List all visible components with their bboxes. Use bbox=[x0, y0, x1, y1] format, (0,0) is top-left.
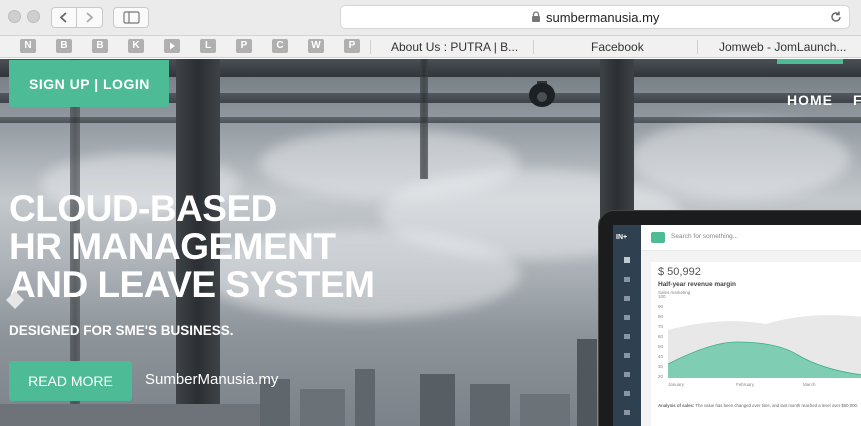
address-bar[interactable]: sumbermanusia.my bbox=[340, 5, 850, 29]
chevron-left-icon bbox=[59, 12, 67, 23]
y-tick: 100 bbox=[658, 294, 666, 299]
user-icon[interactable] bbox=[624, 315, 630, 320]
building bbox=[520, 394, 570, 426]
bookmark-divider bbox=[370, 40, 371, 54]
building bbox=[577, 339, 597, 426]
bookmark-favicon[interactable]: L bbox=[200, 39, 216, 53]
headline-line: CLOUD-BASED bbox=[9, 188, 277, 229]
nav-next-link[interactable]: F bbox=[853, 92, 861, 108]
revenue-area-chart: 100 90 80 70 60 50 40 30 20 January Febr… bbox=[658, 294, 861, 387]
mail-icon[interactable] bbox=[624, 296, 630, 301]
read-more-button[interactable]: READ MORE bbox=[9, 361, 132, 401]
nav-home-link[interactable]: HOME bbox=[787, 92, 833, 108]
building bbox=[300, 389, 345, 426]
hero-tagline: DESIGNED FOR SME'S BUSINESS. bbox=[9, 323, 234, 338]
video-bookmark-icon[interactable] bbox=[164, 39, 180, 53]
cloud bbox=[630, 119, 850, 199]
edit-icon[interactable] bbox=[624, 334, 630, 339]
sidebar-icon bbox=[123, 11, 140, 24]
clock-icon[interactable] bbox=[624, 372, 630, 377]
chevron-right-icon bbox=[86, 12, 94, 23]
back-button[interactable] bbox=[51, 7, 77, 28]
analysis-note: Analysis of sales: The value has been ch… bbox=[658, 403, 861, 408]
lock-icon bbox=[532, 11, 540, 22]
building bbox=[470, 384, 510, 426]
revenue-panel: $ 50,992 Half-year revenue margin Sales … bbox=[651, 262, 861, 426]
y-tick: 80 bbox=[658, 314, 664, 319]
y-tick: 60 bbox=[658, 334, 664, 339]
tablet-mockup: IN+ Search for something... $ 50,992 Hal… bbox=[598, 210, 861, 426]
active-nav-indicator bbox=[777, 59, 843, 64]
bookmark-jomweb[interactable]: Jomweb - JomLaunch... bbox=[719, 40, 846, 54]
bookmark-about-us[interactable]: About Us : PUTRA | B... bbox=[391, 40, 518, 54]
x-tick: March bbox=[803, 382, 816, 387]
app-logo: IN+ bbox=[616, 234, 628, 241]
analysis-text: The value has been changed over time, an… bbox=[695, 403, 859, 408]
chart-icon[interactable] bbox=[624, 277, 630, 282]
desktop-icon[interactable] bbox=[624, 353, 630, 358]
bookmark-favicon[interactable]: C bbox=[272, 39, 288, 53]
flag-icon[interactable] bbox=[624, 410, 630, 415]
lock-icon[interactable] bbox=[624, 391, 630, 396]
minimize-window-button[interactable] bbox=[27, 10, 40, 23]
slider-prev-arrow-icon[interactable] bbox=[4, 289, 26, 311]
y-tick: 90 bbox=[658, 304, 664, 309]
headline-line: AND LEAVE SYSTEM bbox=[9, 264, 375, 305]
camera-image bbox=[529, 81, 555, 107]
headline-line: HR MANAGEMENT bbox=[9, 226, 336, 267]
hero-section: SIGN UP | LOGIN HOME F CLOUD-BASED HR MA… bbox=[0, 59, 861, 426]
building bbox=[0, 404, 260, 426]
analysis-label: Analysis of sales: bbox=[658, 403, 695, 408]
bookmark-favicon[interactable]: W bbox=[308, 39, 324, 53]
building bbox=[355, 369, 375, 426]
y-tick: 50 bbox=[658, 344, 664, 349]
close-window-button[interactable] bbox=[8, 10, 21, 23]
reload-icon[interactable] bbox=[829, 10, 843, 24]
bookmark-favicon[interactable]: B bbox=[56, 39, 72, 53]
revenue-amount: $ 50,992 bbox=[658, 266, 701, 278]
dashboard-icon[interactable] bbox=[624, 257, 630, 263]
bookmark-favicon[interactable]: P bbox=[236, 39, 252, 53]
app-sidebar: IN+ bbox=[613, 225, 641, 426]
bookmark-favicon[interactable]: N bbox=[20, 39, 36, 53]
bookmark-divider bbox=[533, 40, 534, 54]
signup-login-button[interactable]: SIGN UP | LOGIN bbox=[9, 60, 169, 107]
hero-headline: CLOUD-BASED HR MANAGEMENT AND LEAVE SYST… bbox=[9, 188, 375, 305]
x-tick: January bbox=[668, 382, 685, 387]
app-topbar: Search for something... bbox=[641, 225, 861, 251]
bookmark-divider bbox=[697, 40, 698, 54]
x-tick: February bbox=[736, 382, 755, 387]
chart-title: Half-year revenue margin bbox=[658, 281, 737, 288]
bookmark-favicon[interactable]: B bbox=[92, 39, 108, 53]
tablet-screen: IN+ Search for something... $ 50,992 Hal… bbox=[613, 225, 861, 426]
building bbox=[420, 374, 455, 426]
forward-button[interactable] bbox=[77, 7, 103, 28]
sidebar-toggle-button[interactable] bbox=[113, 7, 149, 28]
bookmark-favicon[interactable]: P bbox=[344, 39, 360, 53]
url-text: sumbermanusia.my bbox=[546, 10, 660, 25]
bookmark-favicon[interactable]: K bbox=[128, 39, 144, 53]
ceiling-beam bbox=[0, 117, 861, 123]
bookmark-facebook[interactable]: Facebook bbox=[591, 40, 644, 54]
y-tick: 20 bbox=[658, 374, 664, 379]
y-tick: 30 bbox=[658, 364, 664, 369]
bookmarks-bar: N B B K L P C W P About Us : PUTRA | B..… bbox=[0, 36, 861, 58]
y-tick: 40 bbox=[658, 354, 664, 359]
browser-toolbar: sumbermanusia.my bbox=[0, 0, 861, 36]
brand-text: SumberManusia.my bbox=[145, 371, 279, 388]
y-tick: 70 bbox=[658, 324, 664, 329]
menu-icon[interactable] bbox=[651, 232, 665, 243]
app-search-input[interactable]: Search for something... bbox=[671, 233, 738, 240]
window-frame bbox=[420, 59, 428, 179]
